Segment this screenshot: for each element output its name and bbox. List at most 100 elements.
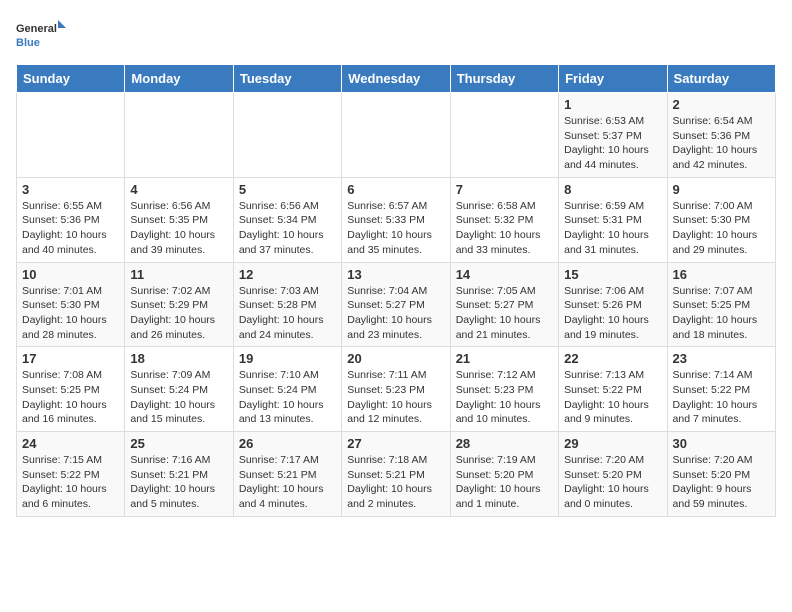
calendar-cell: 25Sunrise: 7:16 AMSunset: 5:21 PMDayligh… (125, 432, 233, 517)
daylight-hours: Daylight: 10 hours and 35 minutes. (347, 228, 444, 257)
day-number: 13 (347, 267, 444, 282)
day-number: 3 (22, 182, 119, 197)
daylight-hours: Daylight: 10 hours and 1 minute. (456, 482, 553, 511)
calendar-header-row: SundayMondayTuesdayWednesdayThursdayFrid… (17, 65, 776, 93)
sunset-text: Sunset: 5:26 PM (564, 298, 661, 313)
sunset-text: Sunset: 5:22 PM (564, 383, 661, 398)
calendar-cell (125, 93, 233, 178)
day-number: 27 (347, 436, 444, 451)
sunrise-text: Sunrise: 6:55 AM (22, 199, 119, 214)
sunset-text: Sunset: 5:25 PM (673, 298, 770, 313)
sunrise-text: Sunrise: 6:57 AM (347, 199, 444, 214)
calendar-row-3: 17Sunrise: 7:08 AMSunset: 5:25 PMDayligh… (17, 347, 776, 432)
calendar-cell (450, 93, 558, 178)
daylight-hours: Daylight: 10 hours and 4 minutes. (239, 482, 336, 511)
sunset-text: Sunset: 5:23 PM (347, 383, 444, 398)
day-number: 5 (239, 182, 336, 197)
sunset-text: Sunset: 5:27 PM (347, 298, 444, 313)
sunrise-text: Sunrise: 6:58 AM (456, 199, 553, 214)
day-number: 23 (673, 351, 770, 366)
calendar-cell: 8Sunrise: 6:59 AMSunset: 5:31 PMDaylight… (559, 177, 667, 262)
calendar-cell: 18Sunrise: 7:09 AMSunset: 5:24 PMDayligh… (125, 347, 233, 432)
day-number: 19 (239, 351, 336, 366)
calendar-cell: 23 Sunrise: 7:14 AMSunset: 5:22 PMDayligh… (667, 347, 775, 432)
sunrise-text: Sunrise: 7:14 AM (673, 368, 770, 383)
calendar-cell: 22Sunrise: 7:13 AMSunset: 5:22 PMDayligh… (559, 347, 667, 432)
day-number: 16 (673, 267, 770, 282)
calendar-cell: 7Sunrise: 6:58 AMSunset: 5:32 PMDaylight… (450, 177, 558, 262)
sunset-text: Sunset: 5:21 PM (130, 468, 227, 483)
day-number: 17 (22, 351, 119, 366)
sunrise-text: Sunrise: 7:02 AM (130, 284, 227, 299)
calendar-cell: 11 Sunrise: 7:02 AMSunset: 5:29 PMDayligh… (125, 262, 233, 347)
daylight-hours: Daylight: 10 hours and 31 minutes. (564, 228, 661, 257)
sunrise-text: Sunrise: 7:00 AM (673, 199, 770, 214)
day-number: 7 (456, 182, 553, 197)
day-number: 4 (130, 182, 227, 197)
calendar-cell: 29Sunrise: 7:20 AMSunset: 5:20 PMDayligh… (559, 432, 667, 517)
daylight-hours: Daylight: 10 hours and 21 minutes. (456, 313, 553, 342)
day-number: 29 (564, 436, 661, 451)
sunrise-text: Sunrise: 7:06 AM (564, 284, 661, 299)
daylight-hours: Daylight: 10 hours and 42 minutes. (673, 143, 770, 172)
daylight-hours: Daylight: 9 hours and 59 minutes. (673, 482, 770, 511)
calendar-cell: 13Sunrise: 7:04 AMSunset: 5:27 PMDayligh… (342, 262, 450, 347)
sunset-text: Sunset: 5:29 PM (130, 298, 227, 313)
daylight-hours: Daylight: 10 hours and 23 minutes. (347, 313, 444, 342)
sunrise-text: Sunrise: 6:56 AM (130, 199, 227, 214)
column-header-thursday: Thursday (450, 65, 558, 93)
sunrise-text: Sunrise: 7:17 AM (239, 453, 336, 468)
daylight-hours: Daylight: 10 hours and 44 minutes. (564, 143, 661, 172)
daylight-hours: Daylight: 10 hours and 15 minutes. (130, 398, 227, 427)
calendar-cell: 1Sunrise: 6:53 AMSunset: 5:37 PMDaylight… (559, 93, 667, 178)
calendar-cell (342, 93, 450, 178)
sunrise-text: Sunrise: 7:07 AM (673, 284, 770, 299)
calendar-cell: 15Sunrise: 7:06 AMSunset: 5:26 PMDayligh… (559, 262, 667, 347)
daylight-hours: Daylight: 10 hours and 7 minutes. (673, 398, 770, 427)
sunrise-text: Sunrise: 7:09 AM (130, 368, 227, 383)
sunrise-text: Sunrise: 6:54 AM (673, 114, 770, 129)
sunset-text: Sunset: 5:30 PM (673, 213, 770, 228)
daylight-hours: Daylight: 10 hours and 13 minutes. (239, 398, 336, 427)
column-header-saturday: Saturday (667, 65, 775, 93)
daylight-hours: Daylight: 10 hours and 33 minutes. (456, 228, 553, 257)
sunrise-text: Sunrise: 7:13 AM (564, 368, 661, 383)
sunset-text: Sunset: 5:36 PM (22, 213, 119, 228)
daylight-hours: Daylight: 10 hours and 16 minutes. (22, 398, 119, 427)
sunrise-text: Sunrise: 7:10 AM (239, 368, 336, 383)
daylight-hours: Daylight: 10 hours and 9 minutes. (564, 398, 661, 427)
svg-text:Blue: Blue (16, 37, 40, 49)
sunrise-text: Sunrise: 6:56 AM (239, 199, 336, 214)
sunset-text: Sunset: 5:22 PM (673, 383, 770, 398)
calendar-cell: 5Sunrise: 6:56 AMSunset: 5:34 PMDaylight… (233, 177, 341, 262)
daylight-hours: Daylight: 10 hours and 5 minutes. (130, 482, 227, 511)
calendar-row-4: 24Sunrise: 7:15 AMSunset: 5:22 PMDayligh… (17, 432, 776, 517)
column-header-wednesday: Wednesday (342, 65, 450, 93)
logo-svg: General Blue (16, 16, 66, 56)
calendar-cell: 21Sunrise: 7:12 AMSunset: 5:23 PMDayligh… (450, 347, 558, 432)
column-header-tuesday: Tuesday (233, 65, 341, 93)
sunset-text: Sunset: 5:21 PM (347, 468, 444, 483)
sunset-text: Sunset: 5:25 PM (22, 383, 119, 398)
calendar-cell (17, 93, 125, 178)
calendar-cell: 10Sunrise: 7:01 AMSunset: 5:30 PMDayligh… (17, 262, 125, 347)
sunrise-text: Sunrise: 7:16 AM (130, 453, 227, 468)
daylight-hours: Daylight: 10 hours and 2 minutes. (347, 482, 444, 511)
day-number: 14 (456, 267, 553, 282)
day-number: 11 (130, 267, 227, 282)
sunrise-text: Sunrise: 7:15 AM (22, 453, 119, 468)
daylight-hours: Daylight: 10 hours and 10 minutes. (456, 398, 553, 427)
sunset-text: Sunset: 5:33 PM (347, 213, 444, 228)
sunrise-text: Sunrise: 7:12 AM (456, 368, 553, 383)
calendar-cell: 20Sunrise: 7:11 AMSunset: 5:23 PMDayligh… (342, 347, 450, 432)
sunrise-text: Sunrise: 7:19 AM (456, 453, 553, 468)
sunrise-text: Sunrise: 6:59 AM (564, 199, 661, 214)
daylight-hours: Daylight: 10 hours and 19 minutes. (564, 313, 661, 342)
sunrise-text: Sunrise: 7:01 AM (22, 284, 119, 299)
sunrise-text: Sunrise: 7:08 AM (22, 368, 119, 383)
sunset-text: Sunset: 5:24 PM (130, 383, 227, 398)
sunset-text: Sunset: 5:24 PM (239, 383, 336, 398)
daylight-hours: Daylight: 10 hours and 26 minutes. (130, 313, 227, 342)
sunrise-text: Sunrise: 7:20 AM (564, 453, 661, 468)
calendar-cell: 12Sunrise: 7:03 AMSunset: 5:28 PMDayligh… (233, 262, 341, 347)
